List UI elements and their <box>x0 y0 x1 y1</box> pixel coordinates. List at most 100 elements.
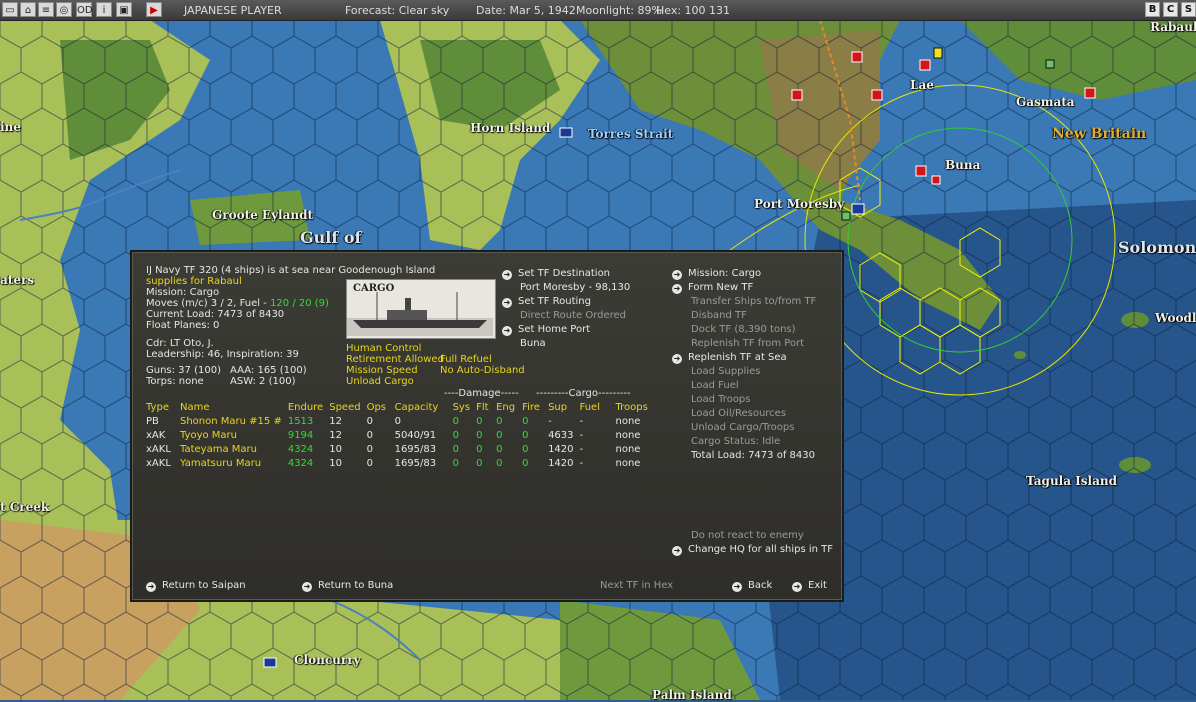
cell-name[interactable]: Shonon Maru #15 # <box>180 414 288 428</box>
map-label-buna: Buna <box>945 158 981 172</box>
col-speed: Speed <box>329 401 361 413</box>
cell-name[interactable]: Yamatsuru Maru <box>180 456 288 470</box>
cell-sup: 4633 <box>548 429 574 441</box>
cell-name[interactable]: Tateyama Maru <box>180 442 288 456</box>
change-hq-button[interactable]: ➜ Change HQ for all ships in TF <box>672 544 833 556</box>
cell-troops: none <box>615 443 641 455</box>
map-label-horn-island: Horn Island <box>470 121 551 135</box>
cell-ops: 0 <box>366 429 373 441</box>
form-new-tf-button[interactable]: ➜ Form New TF <box>672 282 753 294</box>
cell-endure: 4324 <box>287 457 314 469</box>
cell-fire: 0 <box>522 457 529 469</box>
set-tf-destination-button[interactable]: ➜ Set TF Destination <box>502 268 610 280</box>
arrow-icon: ➜ <box>302 582 312 592</box>
toolbar-button-b[interactable]: B <box>1145 2 1160 17</box>
cell-speed: 10 <box>329 443 342 455</box>
replenish-port-button[interactable]: Replenish TF from Port <box>691 338 804 350</box>
table-row[interactable]: xAKL Yamatsuru Maru 4324 10 0 1695/83 0 0 0 0 1420… <box>146 456 654 470</box>
col-type: Type <box>146 401 169 413</box>
cell-endure: 9194 <box>287 429 314 441</box>
toolbar-button-c[interactable]: C <box>1163 2 1178 17</box>
next-tf-button[interactable]: Next TF in Hex <box>600 580 673 592</box>
cell-fire: 0 <box>522 415 529 427</box>
tf-destination-value: Port Moresby - 98,130 <box>520 282 631 293</box>
cell-speed: 10 <box>329 457 342 469</box>
map-label-new-britain: New Britain <box>1052 126 1147 142</box>
return-saipan-button[interactable]: ➜ Return to Saipan <box>146 580 246 592</box>
load-fuel-button[interactable]: Load Fuel <box>691 380 739 392</box>
load-supplies-button[interactable]: Load Supplies <box>691 366 760 378</box>
map-label-gasmata: Gasmata <box>1016 95 1075 109</box>
cell-fuel: - <box>579 457 584 469</box>
col-flt: Flt <box>476 401 489 413</box>
ships-table-header: Type Name Endure Speed Ops Capacity Sys … <box>146 400 654 414</box>
cell-fuel: - <box>579 415 584 427</box>
arrow-icon: ➜ <box>502 326 512 336</box>
set-home-port-button[interactable]: ➜ Set Home Port <box>502 324 590 336</box>
globe-icon[interactable]: ◎ <box>56 2 72 17</box>
exit-button[interactable]: ➜ Exit <box>792 580 827 592</box>
cell-fire: 0 <box>522 443 529 455</box>
arrow-icon: ➜ <box>502 270 512 280</box>
play-icon[interactable]: ▶ <box>146 2 162 17</box>
col-ops: Ops <box>366 401 387 413</box>
cell-flt: 0 <box>476 429 483 441</box>
cell-ops: 0 <box>366 415 373 427</box>
status-unload-cargo[interactable]: Unload Cargo <box>346 376 414 388</box>
dock-tf-button[interactable]: Dock TF (8,390 tons) <box>691 324 796 336</box>
mission-cargo-button[interactable]: ➜ Mission: Cargo <box>672 268 761 280</box>
list-icon[interactable]: ≡ <box>38 2 54 17</box>
tf-asw: ASW: 2 (100) <box>230 376 296 387</box>
cell-type: PB <box>146 415 159 427</box>
home-icon[interactable]: ⌂ <box>20 2 36 17</box>
map-label-woodlark: Woodla <box>1155 311 1196 325</box>
set-tf-routing-button[interactable]: ➜ Set TF Routing <box>502 296 591 308</box>
arrow-icon: ➜ <box>146 582 156 592</box>
cell-name[interactable]: Tyoyo Maru <box>180 428 288 442</box>
do-not-react-button[interactable]: Do not react to enemy <box>691 530 804 542</box>
hex-label: Hex: 100 131 <box>656 4 731 17</box>
replenish-sea-button[interactable]: ➜ Replenish TF at Sea <box>672 352 787 364</box>
status-no-auto-disband[interactable]: No Auto-Disband <box>440 365 525 377</box>
map-label-aters: aters <box>0 273 35 287</box>
cell-eng: 0 <box>496 443 503 455</box>
cell-troops: none <box>615 429 641 441</box>
cell-capacity: 5040/91 <box>394 429 437 441</box>
damage-group-header: ----Damage----- <box>444 388 519 399</box>
table-row[interactable]: xAKL Tateyama Maru 4324 10 0 1695/83 0 0 0 0 1420-… <box>146 442 654 456</box>
return-buna-button[interactable]: ➜ Return to Buna <box>302 580 393 592</box>
disband-tf-button[interactable]: Disband TF <box>691 310 747 322</box>
cell-endure: 1513 <box>287 415 314 427</box>
cell-ops: 0 <box>366 457 373 469</box>
cell-eng: 0 <box>496 429 503 441</box>
cell-endure: 4324 <box>287 443 314 455</box>
col-fuel: Fuel <box>579 401 600 413</box>
arrow-icon: ➜ <box>672 354 682 364</box>
col-fire: Fire <box>522 401 540 413</box>
arrow-icon: ➜ <box>672 546 682 556</box>
info-icon[interactable]: i <box>96 2 112 17</box>
cargo-ship-icon <box>347 292 493 336</box>
cell-type: xAKL <box>146 443 171 455</box>
table-row[interactable]: PB Shonon Maru #15 #1513 12 0 0 0 0 0 0 - - none <box>146 414 654 428</box>
ships-table: Type Name Endure Speed Ops Capacity Sys … <box>146 400 654 470</box>
cell-capacity: 1695/83 <box>394 457 437 469</box>
col-sys: Sys <box>452 401 471 413</box>
toolbar-button-s[interactable]: S <box>1181 2 1196 17</box>
tf-torps: Torps: none <box>146 376 204 387</box>
transfer-ships-button[interactable]: Transfer Ships to/from TF <box>691 296 816 308</box>
window-icon[interactable]: ▭ <box>2 2 18 17</box>
map-label-groote-eylandt: Groote Eylandt <box>212 208 314 222</box>
cell-sys: 0 <box>452 457 459 469</box>
cell-eng: 0 <box>496 415 503 427</box>
load-oil-button[interactable]: Load Oil/Resources <box>691 408 786 420</box>
unload-cargo-troops-button[interactable]: Unload Cargo/Troops <box>691 422 794 434</box>
table-row[interactable]: xAK Tyoyo Maru 9194 12 0 5040/91 0 0 0 0 4633- none <box>146 428 654 442</box>
back-button[interactable]: ➜ Back <box>732 580 772 592</box>
cell-speed: 12 <box>329 415 342 427</box>
screen-icon[interactable]: ▣ <box>116 2 132 17</box>
col-eng: Eng <box>496 401 516 413</box>
load-troops-button[interactable]: Load Troops <box>691 394 751 406</box>
od-button[interactable]: OD <box>76 2 93 17</box>
cell-sup: 1420 <box>548 443 574 455</box>
